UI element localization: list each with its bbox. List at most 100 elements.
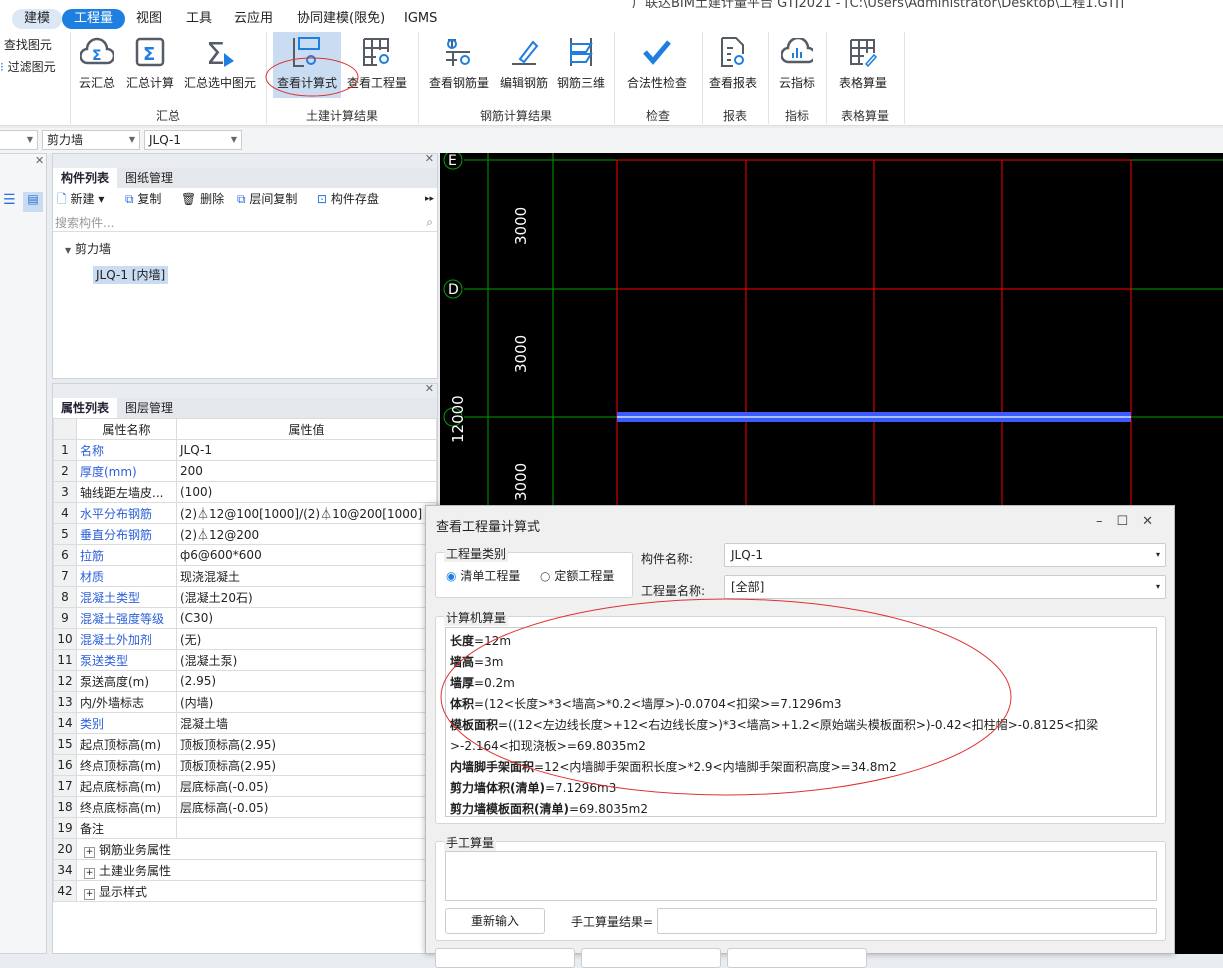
property-value[interactable]: (无): [176, 628, 437, 650]
floor-select[interactable]: ▼: [0, 130, 38, 150]
tab-quantity[interactable]: 工程量: [62, 9, 126, 29]
property-row[interactable]: 19 备注: [53, 817, 437, 839]
expand-icon[interactable]: +: [84, 846, 95, 858]
checkmark-icon: [622, 32, 692, 72]
property-row[interactable]: 3 轴线距左墙皮... (100): [53, 481, 437, 503]
reenter-button[interactable]: 重新输入: [445, 908, 545, 934]
tab-property-list[interactable]: 属性列表: [53, 398, 118, 418]
property-value[interactable]: (混凝土泵): [176, 649, 437, 671]
property-row[interactable]: 16 终点顶标高(m) 顶板顶标高(2.95): [53, 754, 437, 776]
find-element-button[interactable]: 查找图元: [0, 34, 56, 56]
property-row[interactable]: 10 混凝土外加剂 (无): [53, 628, 437, 650]
property-value[interactable]: (100): [176, 481, 437, 503]
list-view-icon[interactable]: ☰: [3, 192, 16, 208]
close-icon[interactable]: ✕: [35, 154, 44, 167]
property-value[interactable]: 层底标高(-0.05): [176, 796, 437, 818]
property-row[interactable]: 2 厚度(mm) 200: [53, 460, 437, 482]
manual-formula-input[interactable]: [445, 851, 1157, 901]
dialog-button[interactable]: [435, 948, 575, 968]
property-row[interactable]: 7 材质 现浇混凝土: [53, 565, 437, 587]
close-button[interactable]: ✕: [1142, 514, 1167, 529]
expand-icon[interactable]: +: [84, 888, 95, 900]
view-rebar-button[interactable]: 查看钢筋量: [426, 32, 492, 98]
property-value[interactable]: [176, 817, 437, 839]
property-value[interactable]: (混凝土20石): [176, 586, 437, 608]
cloud-sum-button[interactable]: Σ 云汇总: [74, 32, 120, 98]
tab-cloud[interactable]: 云应用: [222, 9, 285, 29]
property-value[interactable]: 200: [176, 460, 437, 482]
property-row[interactable]: 20 + 钢筋业务属性: [53, 838, 437, 860]
property-row[interactable]: 11 泵送类型 (混凝土泵): [53, 649, 437, 671]
tree-node-jlq1[interactable]: JLQ-1 [内墙]: [93, 266, 169, 284]
tab-component-list[interactable]: 构件列表: [53, 168, 118, 188]
close-icon[interactable]: ✕: [425, 382, 434, 395]
property-row[interactable]: 4 水平分布钢筋 (2)⏃12@100[1000]/(2)⏃10@200[1000]: [53, 502, 437, 524]
dialog-button[interactable]: [727, 948, 867, 968]
property-value[interactable]: (内墙): [176, 691, 437, 713]
property-value[interactable]: 顶板顶标高(2.95): [176, 733, 437, 755]
rebar-3d-button[interactable]: 钢筋三维: [555, 32, 607, 98]
property-value[interactable]: 现浇混凝土: [176, 565, 437, 587]
property-value[interactable]: (2)⏃12@200: [176, 523, 437, 545]
expand-icon[interactable]: +: [84, 867, 95, 879]
property-value[interactable]: 混凝土墙: [176, 712, 437, 734]
filter-element-button[interactable]: ⁝ 过滤图元: [0, 56, 56, 78]
tab-collab[interactable]: 协同建模(限免): [285, 9, 397, 29]
component-name-select[interactable]: JLQ-1 ▾: [724, 543, 1166, 567]
property-value[interactable]: 层底标高(-0.05): [176, 775, 437, 797]
property-row[interactable]: 12 泵送高度(m) (2.95): [53, 670, 437, 692]
tab-drawing-manage[interactable]: 图纸管理: [117, 168, 181, 188]
property-value[interactable]: (2.95): [176, 670, 437, 692]
manual-result-input[interactable]: [657, 908, 1157, 934]
component-select[interactable]: JLQ-1 ▼: [144, 130, 242, 150]
tab-igms[interactable]: IGMS: [392, 9, 449, 29]
property-value[interactable]: (2)⏃12@100[1000]/(2)⏃10@200[1000]: [176, 502, 437, 524]
property-row[interactable]: 8 混凝土类型 (混凝土20石): [53, 586, 437, 608]
property-value[interactable]: ф6@600*600: [176, 544, 437, 566]
search-component-input[interactable]: 搜索构件... ⌕: [53, 214, 437, 232]
property-name: 终点底标高(m): [76, 796, 177, 818]
close-icon[interactable]: ✕: [425, 152, 434, 165]
property-row[interactable]: 15 起点顶标高(m) 顶板顶标高(2.95): [53, 733, 437, 755]
property-value[interactable]: (C30): [176, 607, 437, 629]
tree-node-shear-wall[interactable]: ▼ 剪力墙: [65, 238, 437, 262]
property-value[interactable]: JLQ-1: [176, 439, 437, 461]
property-row[interactable]: 9 混凝土强度等级 (C30): [53, 607, 437, 629]
property-row[interactable]: 34 + 土建业务属性: [53, 859, 437, 881]
radio-list-qty[interactable]: ◉ 清单工程量: [446, 567, 520, 584]
property-row[interactable]: 17 起点底标高(m) 层底标高(-0.05): [53, 775, 437, 797]
cloud-index-button[interactable]: 云指标: [774, 32, 820, 98]
property-value[interactable]: 顶板顶标高(2.95): [176, 754, 437, 776]
legality-check-button[interactable]: 合法性检查: [622, 32, 692, 98]
floor-copy-button[interactable]: ⧉ 层间复制: [237, 188, 297, 210]
property-row[interactable]: 18 终点底标高(m) 层底标高(-0.05): [53, 796, 437, 818]
property-row[interactable]: 6 拉筋 ф6@600*600: [53, 544, 437, 566]
property-row[interactable]: 42 + 显示样式: [53, 880, 437, 902]
delete-button[interactable]: 🗑 删除: [181, 188, 224, 210]
row-number: 5: [53, 523, 77, 545]
radio-quota-qty[interactable]: ○ 定额工程量: [540, 567, 614, 584]
copy-button[interactable]: ⧉ 复制: [125, 188, 161, 210]
property-row[interactable]: 5 垂直分布钢筋 (2)⏃12@200: [53, 523, 437, 545]
filter-bar: ▼ 剪力墙 ▼ JLQ-1 ▼: [0, 128, 1223, 153]
property-row[interactable]: 1 名称 JLQ-1: [53, 439, 437, 461]
element-type-select[interactable]: 剪力墙 ▼: [42, 130, 140, 150]
tab-modeling[interactable]: 建模: [12, 9, 63, 29]
tab-layer-manage[interactable]: 图层管理: [117, 398, 181, 418]
new-button[interactable]: 🗋 新建 ▾: [57, 188, 104, 210]
maximize-button[interactable]: ☐: [1117, 514, 1143, 529]
sum-calc-button[interactable]: Σ 汇总计算: [124, 32, 176, 98]
save-component-button[interactable]: ⊡ 构件存盘: [317, 188, 379, 210]
sum-selected-button[interactable]: Σ 汇总选中图元: [182, 32, 258, 98]
minimize-button[interactable]: –: [1096, 514, 1117, 529]
dialog-button[interactable]: [581, 948, 721, 968]
table-calc-button[interactable]: 表格算量: [834, 32, 892, 98]
property-row[interactable]: 13 内/外墙标志 (内墙): [53, 691, 437, 713]
view-report-button[interactable]: 查看报表: [706, 32, 760, 98]
edit-rebar-button[interactable]: 编辑钢筋: [497, 32, 551, 98]
more-icon[interactable]: ▸▸: [425, 188, 434, 210]
tab-view[interactable]: 视图: [124, 9, 174, 29]
detail-view-icon[interactable]: ▤: [23, 192, 43, 212]
property-row[interactable]: 14 类别 混凝土墙: [53, 712, 437, 734]
tab-tools[interactable]: 工具: [174, 9, 224, 29]
